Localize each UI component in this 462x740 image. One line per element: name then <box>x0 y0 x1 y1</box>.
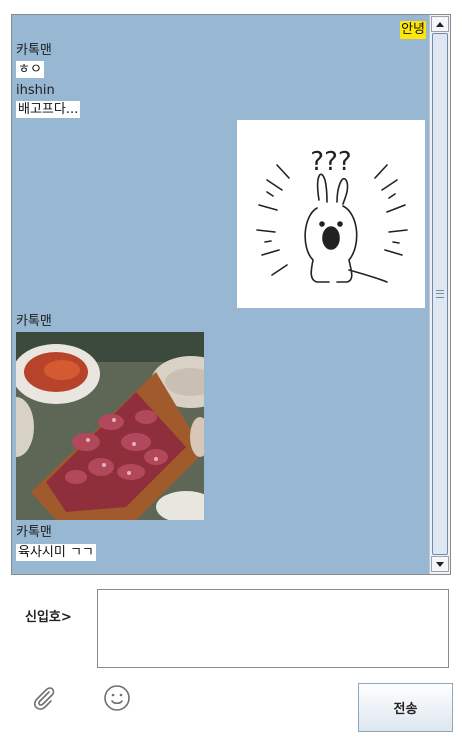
paperclip-icon[interactable] <box>30 684 58 712</box>
chat-window: 안녕 카톡맨 ㅎㅇ ihshin 배고프다... ??? 카톡맨 카톡맨 육사시… <box>11 14 451 575</box>
sender-name: 카톡맨 <box>16 525 52 540</box>
scrollbar-thumb[interactable] <box>432 33 448 555</box>
svg-text:???: ??? <box>310 147 351 177</box>
scroll-up-button[interactable] <box>431 16 449 32</box>
message-bubble: ㅎㅇ <box>16 61 44 78</box>
message-bubble: 육사시미 ㄱㄱ <box>16 544 96 561</box>
chat-message-area[interactable]: 안녕 카톡맨 ㅎㅇ ihshin 배고프다... ??? 카톡맨 카톡맨 육사시… <box>12 15 429 574</box>
meat-photo-image[interactable] <box>16 332 204 520</box>
smiley-icon[interactable] <box>103 684 131 712</box>
sender-name: ihshin <box>16 83 55 98</box>
scroll-down-button[interactable] <box>431 556 449 572</box>
message-input[interactable] <box>97 589 449 668</box>
message-bubble: 배고프다... <box>16 101 81 118</box>
attach-file-icon <box>33 687 55 710</box>
grip-icon <box>436 290 444 298</box>
arrow-up-icon <box>436 21 444 27</box>
emoticon-icon <box>104 685 130 711</box>
sender-label: 신입호> <box>25 610 72 625</box>
my-message-bubble: 안녕 <box>400 21 426 39</box>
meat-photo-illustration <box>16 332 204 520</box>
send-button[interactable]: 전송 <box>358 683 453 732</box>
sender-name: 카톡맨 <box>16 43 52 58</box>
arrow-down-icon <box>436 561 444 567</box>
confused-rabbit-illustration: ??? <box>256 147 408 283</box>
sender-name: 카톡맨 <box>16 314 52 329</box>
rabbit-sticker-image[interactable]: ??? <box>237 120 425 308</box>
chat-scrollbar[interactable] <box>429 15 450 574</box>
